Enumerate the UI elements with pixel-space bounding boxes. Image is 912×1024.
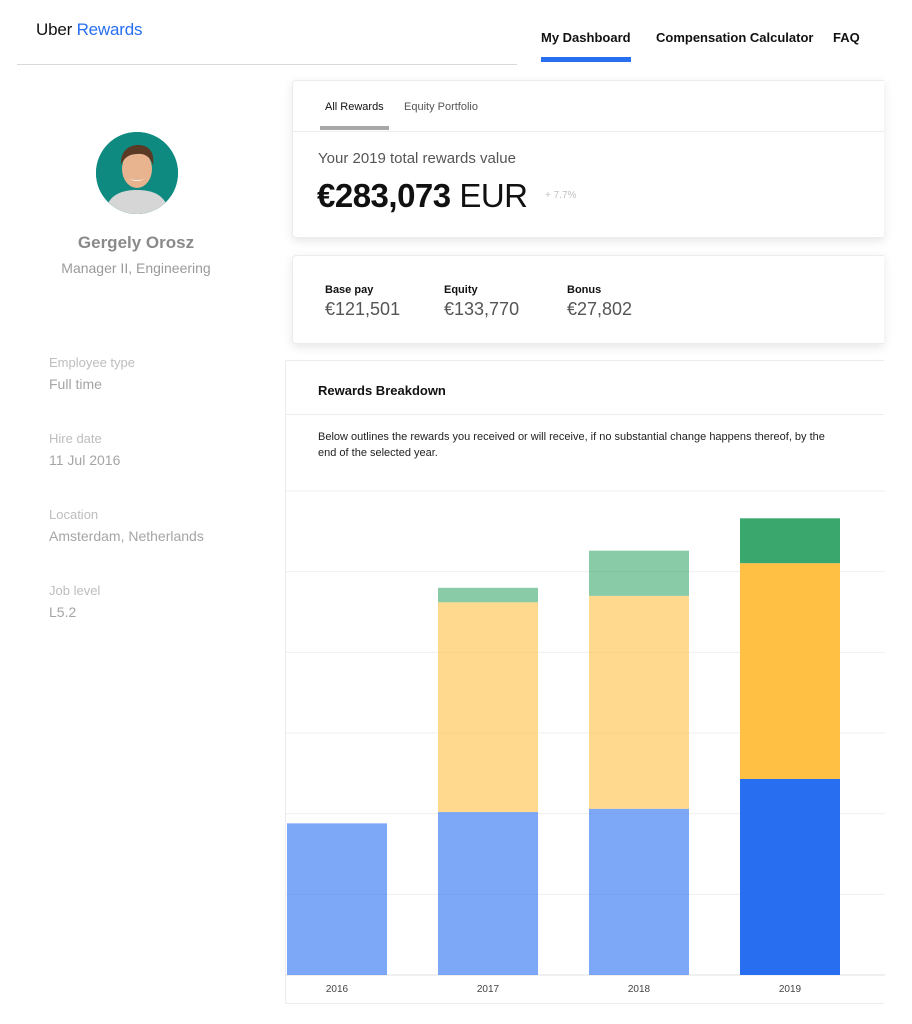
- split-bonus: Bonus €27,802: [567, 284, 632, 320]
- total-rewards-delta: + 7.7%: [545, 190, 577, 201]
- avatar: [96, 132, 178, 214]
- brand-logo-rewards: Rewards: [76, 20, 143, 39]
- info-value: Amsterdam, Netherlands: [49, 528, 204, 544]
- info-job-level: Job level L5.2: [49, 583, 100, 620]
- info-label: Hire date: [49, 431, 102, 446]
- split-label: Bonus: [567, 284, 602, 296]
- profile-title: Manager II, Engineering: [61, 260, 211, 276]
- info-hire-date: Hire date 11 Jul 2016: [49, 431, 120, 468]
- chart-x-tick-label: 2019: [779, 984, 802, 995]
- tab-equity-portfolio[interactable]: Equity Portfolio: [404, 101, 478, 113]
- split-value: €133,770: [444, 299, 520, 319]
- info-label: Employee type: [49, 355, 135, 370]
- header-divider: [17, 64, 517, 65]
- total-rewards-card: All Rewards Equity Portfolio Your 2019 t…: [292, 80, 884, 238]
- chart-bar-bonus-2019: [740, 518, 840, 564]
- chart-bar-base-pay-2016: [287, 823, 387, 975]
- tab-all-rewards[interactable]: All Rewards: [325, 101, 384, 113]
- info-value: Full time: [49, 376, 102, 392]
- chart-x-tick-label: 2017: [477, 984, 500, 995]
- rewards-split-card: Base pay €121,501 Equity €133,770 Bonus …: [292, 255, 884, 344]
- split-equity: Equity €133,770: [444, 284, 519, 320]
- total-rewards-label: Your 2019 total rewards value: [318, 150, 516, 167]
- split-value: €121,501: [325, 299, 401, 319]
- split-base-pay: Base pay €121,501: [325, 284, 400, 320]
- tabs-divider: [293, 131, 884, 132]
- total-rewards-value: €283,073 EUR: [317, 177, 528, 215]
- chart-x-tick-label: 2018: [628, 984, 651, 995]
- chart-bar-bonus-2017: [438, 587, 538, 603]
- info-label: Job level: [49, 583, 101, 598]
- total-rewards-currency: EUR: [459, 177, 528, 214]
- avatar-photo: [96, 132, 178, 214]
- brand-logo-uber: Uber: [36, 20, 73, 39]
- info-value: 11 Jul 2016: [49, 452, 121, 468]
- info-employee-type: Employee type Full time: [49, 355, 135, 392]
- chart-bar-bonus-2018: [589, 550, 689, 596]
- chart-bar-equity-2019: [740, 563, 840, 779]
- chart-bar-base-pay-2018: [589, 808, 689, 975]
- info-location: Location Amsterdam, Netherlands: [49, 507, 204, 544]
- active-tab-indicator: [320, 126, 389, 130]
- profile-name: Gergely Orosz: [77, 233, 195, 252]
- chart-x-tick-label: 2016: [326, 984, 349, 995]
- chart-bar-equity-2018: [589, 595, 689, 809]
- chart-bar-base-pay-2019: [740, 778, 840, 975]
- info-value: L5.2: [49, 604, 77, 620]
- split-label: Base pay: [325, 284, 374, 296]
- split-value: €27,802: [567, 299, 633, 319]
- split-label: Equity: [444, 284, 478, 296]
- nav-faq[interactable]: FAQ: [833, 30, 860, 45]
- rewards-breakdown-card: Rewards Breakdown Below outlines the rew…: [285, 360, 885, 1004]
- info-label: Location: [49, 507, 99, 522]
- chart-bar-base-pay-2017: [438, 812, 538, 975]
- nav-my-dashboard[interactable]: My Dashboard: [541, 30, 631, 62]
- chart-bar-equity-2017: [438, 602, 538, 813]
- brand-logo[interactable]: Uber Rewards: [36, 20, 142, 40]
- rewards-breakdown-chart: 2016 2017 2018 2019: [286, 490, 885, 995]
- nav-compensation-calculator[interactable]: Compensation Calculator: [656, 30, 813, 45]
- total-rewards-amount: €283,073: [317, 177, 451, 214]
